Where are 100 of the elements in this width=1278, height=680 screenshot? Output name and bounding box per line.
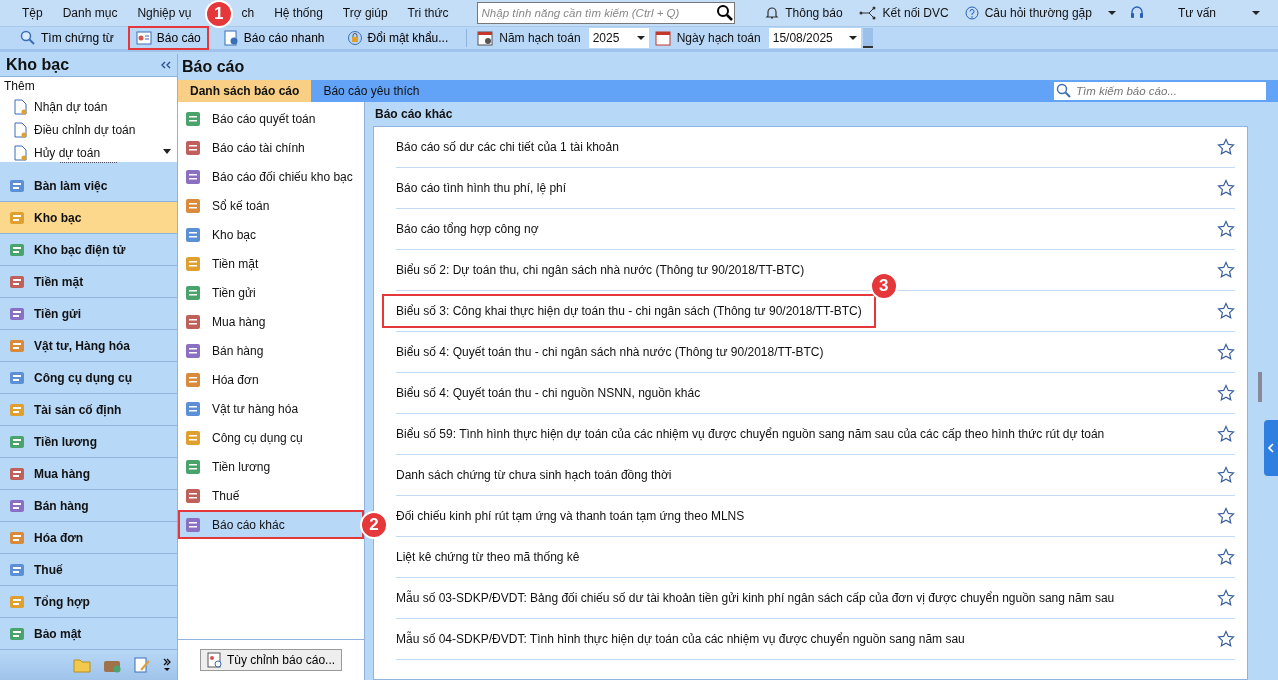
star-icon[interactable] (1217, 302, 1235, 320)
category-icon (184, 457, 202, 476)
callout-number: 3 (869, 272, 898, 300)
lock-icon (346, 30, 363, 46)
calendar-icon (654, 30, 671, 46)
report-category-item[interactable]: Tiền mặt (178, 249, 364, 278)
star-icon[interactable] (1217, 138, 1235, 156)
menu-item[interactable]: Hệ thống (274, 6, 323, 20)
date-picker[interactable]: 15/08/2025 (768, 28, 861, 48)
star-icon[interactable] (1217, 507, 1235, 525)
toolbar-overflow-icon[interactable] (862, 28, 873, 48)
star-icon[interactable] (1217, 384, 1235, 402)
toolbar-button[interactable]: Báo cáo nhanh (214, 26, 333, 50)
toolbar-button[interactable]: Tìm chứng từ (12, 26, 122, 50)
report-link[interactable]: Biểu số 4: Quyết toán thu - chi ngân sách nhà nước (Thông tư 90/2018/TT-BTC) (390, 335, 830, 369)
collapse-icon[interactable] (161, 60, 171, 69)
star-icon[interactable] (1217, 548, 1235, 566)
star-icon[interactable] (1217, 343, 1235, 361)
star-icon[interactable] (1217, 220, 1235, 238)
top-link[interactable]: Thông báo (785, 6, 843, 20)
expand-icon[interactable] (163, 658, 171, 673)
tab[interactable]: Báo cáo yêu thích (311, 80, 432, 102)
tab[interactable]: Danh sách báo cáo (178, 80, 312, 102)
report-link[interactable]: Báo cáo tổng hợp công nợ (390, 212, 545, 246)
report-category-item[interactable]: Hóa đơn (178, 365, 364, 394)
document-icon (14, 122, 28, 139)
section-title: Báo cáo khác (374, 106, 454, 123)
report-link[interactable]: Đối chiếu kinh phí rút tạm ứng và thanh toán tạm ứng theo MLNS (390, 499, 751, 533)
report-link[interactable]: Liệt kê chứng từ theo mã thống kê (390, 540, 586, 574)
help-icon (964, 6, 979, 20)
report-category-item[interactable]: Bán hàng (178, 336, 364, 365)
report-category-item[interactable]: Tiền lương (178, 452, 364, 481)
year-dropdown[interactable]: 2025 (588, 28, 649, 48)
category-icon (184, 486, 202, 505)
field-label: Năm hạch toán (499, 31, 581, 45)
menu-item[interactable]: Trợ giúp (342, 6, 388, 20)
sidebar-title: Kho bạc (6, 55, 70, 74)
report-link[interactable]: Biểu số 4: Quyết toán thu - chi nguồn NSNN, nguồn khác (390, 376, 707, 410)
field-label: Ngày hạch toán (676, 31, 761, 45)
toolbar-button[interactable]: Báo cáo (127, 26, 209, 50)
report-link[interactable]: Danh sách chứng từ chưa sinh hạch toán đồng thời (390, 458, 678, 492)
star-icon[interactable] (1217, 261, 1235, 279)
report-category-item[interactable]: Vật tư hàng hóa (178, 394, 364, 423)
report-link[interactable]: Mẫu số 04-SDKP/ĐVDT: Tình hình thực hiện dự toán của các nhiệm vụ được chuyển nguồn sang năm sau (390, 622, 971, 656)
document-icon (14, 99, 28, 116)
star-icon[interactable] (1217, 425, 1235, 443)
report-link[interactable]: Báo cáo số dư các chi tiết của 1 tài khoản (390, 130, 625, 164)
star-icon[interactable] (1217, 589, 1235, 607)
report-category-item[interactable]: Mua hàng (178, 307, 364, 336)
category-icon (184, 196, 202, 215)
star-icon[interactable] (1217, 466, 1235, 484)
scrollbar-thumb[interactable] (1258, 372, 1262, 402)
search-icon (1054, 82, 1074, 100)
toolbar-button[interactable]: Đổi mật khẩu... (338, 26, 457, 50)
report-category-item[interactable]: Báo cáo khác (178, 510, 364, 539)
star-icon[interactable] (1217, 630, 1235, 648)
report-category-item[interactable]: Công cụ dụng cụ (178, 423, 364, 452)
caret-icon[interactable] (1107, 11, 1116, 15)
quick-action-link[interactable]: Hủy dự toán (34, 146, 101, 161)
menu-item[interactable]: Danh mục (62, 6, 118, 20)
report-category-item[interactable]: Báo cáo đối chiếu kho bạc (178, 162, 364, 191)
menu-item[interactable]: ch (241, 6, 255, 20)
section-label: Thêm (4, 78, 36, 93)
search-icon (20, 30, 36, 46)
caret-icon[interactable] (163, 148, 171, 154)
category-icon (184, 254, 202, 273)
menu-item[interactable]: Nghiệp vụ (137, 6, 192, 20)
feature-search-field[interactable]: Nhập tính năng cần tìm kiếm (Ctrl + Q) (476, 2, 735, 24)
category-icon (184, 138, 202, 157)
page-title: Báo cáo (181, 57, 246, 77)
report-search-field[interactable]: Tìm kiếm báo cáo... (1074, 82, 1266, 100)
side-panel-toggle[interactable] (1264, 420, 1278, 476)
report-link[interactable]: Mẫu số 03-SDKP/ĐVDT: Bảng đối chiếu số dư tài khoản tiền gửi kinh phí ngân sách cấp của đơn vị được chuyển nguồn sang năm sau (390, 581, 1121, 615)
category-icon (184, 167, 202, 186)
customize-reports-button[interactable]: Tùy chỉnh báo cáo... (200, 649, 343, 671)
report-category-item[interactable]: Thuế (178, 481, 364, 510)
report-category-item[interactable]: Tiền gửi (178, 278, 364, 307)
nav-item[interactable]: Kho bạc (0, 202, 177, 235)
category-icon (184, 428, 202, 447)
report-category-item[interactable]: Sổ kế toán (178, 191, 364, 220)
quick-action-link[interactable]: Nhận dự toán (34, 100, 108, 115)
report-category-item[interactable]: Báo cáo tài chính (178, 133, 364, 162)
report-link[interactable]: Biểu số 3: Công khai thực hiện dự toán thu - chi ngân sách (Thông tư 90/2018/TT-BTC) (382, 294, 876, 328)
report-category-item[interactable]: Kho bạc (178, 220, 364, 249)
report-link[interactable]: Biểu số 59: Tình hình thực hiện dự toán của các nhiệm vụ được chuyển nguồn sang năm sau của các cấp theo hình thức rút dự toán (390, 417, 1111, 451)
edit-document-icon[interactable] (133, 657, 151, 674)
category-icon (184, 283, 202, 302)
top-link[interactable]: Tư vấn (1177, 6, 1216, 20)
search-icon (715, 4, 734, 22)
menu-item[interactable]: Tri thức (407, 6, 449, 20)
category-icon (184, 370, 202, 389)
report-link[interactable]: Biểu số 2: Dự toán thu, chi ngân sách nhà nước (Thông tư 90/2018/TT-BTC) (390, 253, 811, 287)
report-link[interactable]: Báo cáo tình hình thu phí, lệ phí (390, 171, 573, 205)
menu-item[interactable]: Tệp (22, 6, 43, 20)
top-link[interactable]: Kết nối DVC (882, 6, 949, 20)
quick-action-link[interactable]: Điều chỉnh dự toán (34, 123, 136, 138)
top-link[interactable]: Câu hỏi thường gặp (984, 6, 1092, 20)
caret-icon[interactable] (1252, 11, 1260, 15)
star-icon[interactable] (1217, 179, 1235, 197)
report-category-item[interactable]: Báo cáo quyết toán (178, 104, 364, 133)
